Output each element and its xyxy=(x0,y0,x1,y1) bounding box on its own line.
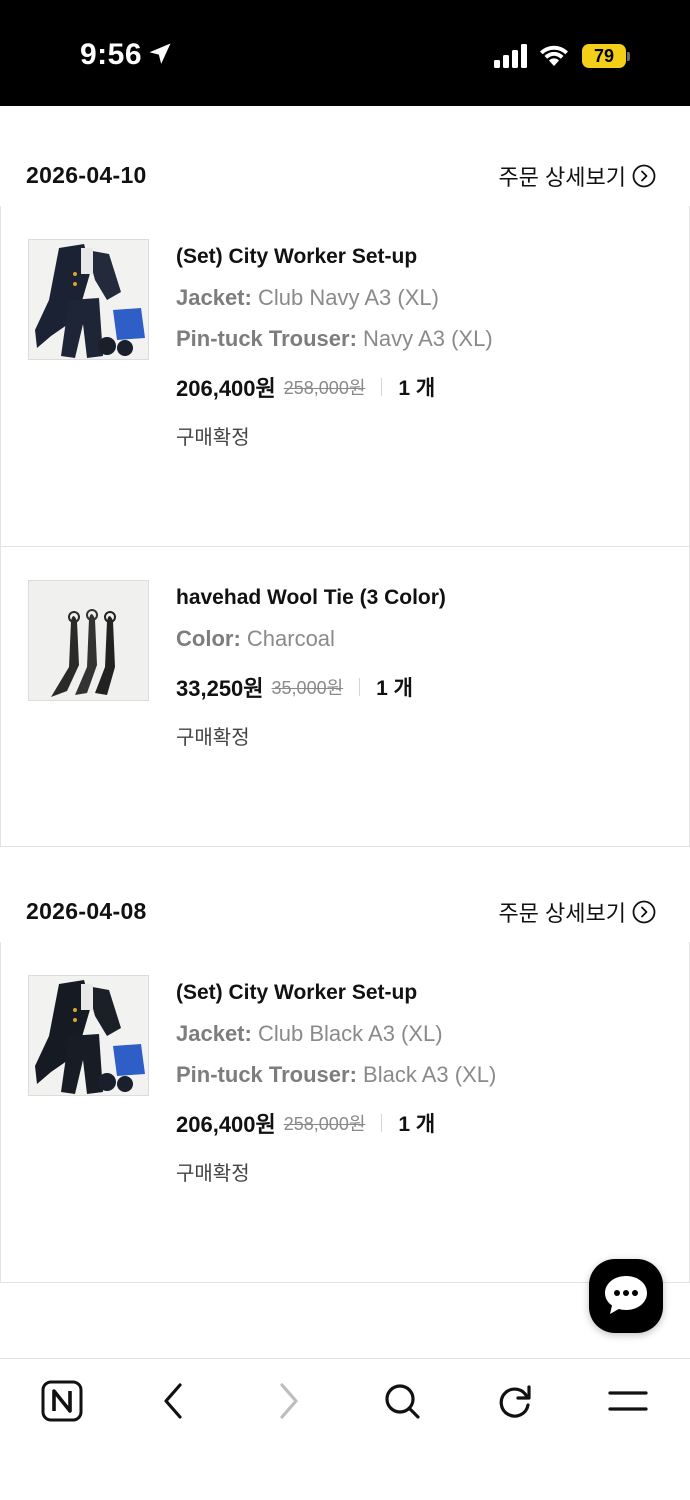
price-row: 33,250원 35,000원 1 개 xyxy=(176,670,656,704)
original-price: 35,000원 xyxy=(271,678,344,698)
option-value: Club Navy A3 (XL) xyxy=(257,285,439,310)
product-title[interactable]: (Set) City Worker Set-up xyxy=(176,242,656,272)
order-status: 구매확정 xyxy=(176,427,250,449)
quantity: 1 개 xyxy=(376,677,413,700)
order-header: 2026-04-08 주문 상세보기 xyxy=(0,878,690,942)
original-price: 258,000원 xyxy=(283,1114,366,1134)
option-key: Color: xyxy=(176,626,241,651)
chevron-right-circle-icon xyxy=(632,164,656,188)
quantity: 1 개 xyxy=(398,1113,436,1136)
order-date: 2026-04-08 xyxy=(26,898,147,924)
order-detail-link[interactable]: 주문 상세보기 xyxy=(498,160,656,192)
option-key: Pin-tuck Trouser: xyxy=(176,326,357,351)
quantity: 1 개 xyxy=(398,377,436,400)
product-title[interactable]: (Set) City Worker Set-up xyxy=(176,978,656,1008)
order-item-card[interactable]: (Set) City Worker Set-up Jacket: Club Bl… xyxy=(0,942,690,1283)
item-info: (Set) City Worker Set-up Jacket: Club Na… xyxy=(176,242,656,452)
order-item-card[interactable]: (Set) City Worker Set-up Jacket: Club Na… xyxy=(0,206,690,547)
status-time: 9:56 xyxy=(80,38,143,71)
bottom-navigation xyxy=(0,1358,690,1500)
option-line: Pin-tuck Trouser: Navy A3 (XL) xyxy=(176,324,656,354)
option-value: Club Black A3 (XL) xyxy=(257,1021,443,1046)
price-row: 206,400원 258,000원 1 개 xyxy=(176,370,656,404)
order-header: 2026-04-10 주문 상세보기 xyxy=(0,142,690,206)
item-info: (Set) City Worker Set-up Jacket: Club Bl… xyxy=(176,978,656,1188)
option-key: Jacket: xyxy=(176,285,252,310)
item-info: havehad Wool Tie (3 Color) Color: Charco… xyxy=(176,583,656,752)
order-status: 구매확정 xyxy=(176,1163,250,1185)
option-value: Navy A3 (XL) xyxy=(363,326,493,351)
reload-icon[interactable] xyxy=(493,1379,537,1423)
order-detail-link[interactable]: 주문 상세보기 xyxy=(498,896,656,928)
chat-bubble-icon xyxy=(605,1276,647,1314)
order-detail-label: 주문 상세보기 xyxy=(498,901,626,926)
battery-cap xyxy=(627,52,630,61)
suit-set-image xyxy=(29,240,148,359)
chevron-right-circle-icon xyxy=(632,900,656,924)
chat-button[interactable] xyxy=(589,1259,663,1333)
product-thumbnail[interactable] xyxy=(28,975,149,1096)
back-arrow-icon[interactable] xyxy=(152,1379,196,1423)
status-bar: 9:56 79 xyxy=(0,0,690,106)
wool-tie-image xyxy=(29,581,148,700)
option-line: Pin-tuck Trouser: Black A3 (XL) xyxy=(176,1060,656,1090)
option-line: Color: Charcoal xyxy=(176,624,656,654)
order-status: 구매확정 xyxy=(176,727,250,749)
original-price: 258,000원 xyxy=(283,378,366,398)
sale-price: 206,400원 xyxy=(176,376,276,401)
product-thumbnail[interactable] xyxy=(28,239,149,360)
product-thumbnail[interactable] xyxy=(28,580,149,701)
divider xyxy=(381,378,383,396)
battery-icon: 79 xyxy=(582,44,630,68)
option-key: Pin-tuck Trouser: xyxy=(176,1062,357,1087)
wifi-icon xyxy=(540,45,568,66)
forward-arrow-icon[interactable] xyxy=(266,1379,310,1423)
divider xyxy=(381,1114,383,1132)
option-value: Charcoal xyxy=(246,626,335,651)
order-date: 2026-04-10 xyxy=(26,162,147,188)
option-line: Jacket: Club Black A3 (XL) xyxy=(176,1019,656,1049)
option-value: Black A3 (XL) xyxy=(363,1062,497,1087)
option-line: Jacket: Club Navy A3 (XL) xyxy=(176,283,656,313)
order-detail-label: 주문 상세보기 xyxy=(498,165,626,190)
location-arrow-icon xyxy=(149,43,171,64)
suit-set-image xyxy=(29,976,148,1095)
cellular-signal-icon xyxy=(494,44,527,68)
battery-level: 79 xyxy=(593,46,615,66)
sale-price: 33,250원 xyxy=(176,676,264,701)
sale-price: 206,400원 xyxy=(176,1112,276,1137)
option-key: Jacket: xyxy=(176,1021,252,1046)
naver-home-icon[interactable] xyxy=(40,1379,84,1423)
price-row: 206,400원 258,000원 1 개 xyxy=(176,1106,656,1140)
order-item-card[interactable]: havehad Wool Tie (3 Color) Color: Charco… xyxy=(0,547,690,847)
search-icon[interactable] xyxy=(380,1379,424,1423)
menu-icon[interactable] xyxy=(606,1379,650,1423)
product-title[interactable]: havehad Wool Tie (3 Color) xyxy=(176,583,656,613)
divider xyxy=(359,678,361,696)
